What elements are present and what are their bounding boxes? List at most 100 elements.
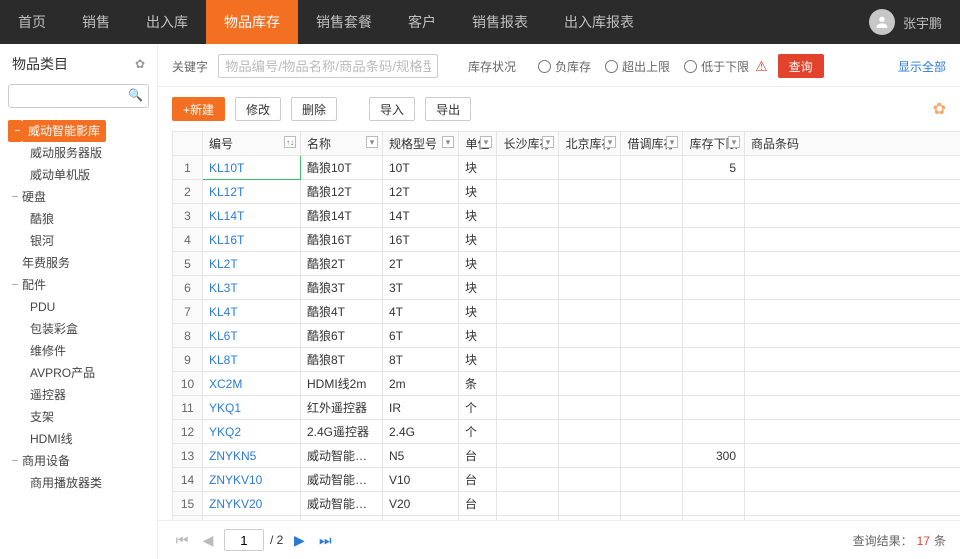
edit-button[interactable]: 修改 — [235, 97, 281, 121]
stock-radio-input[interactable] — [684, 60, 697, 73]
nav-item-2[interactable]: 出入库 — [128, 0, 206, 44]
cell-code[interactable]: KL8T — [203, 348, 301, 372]
filter-icon[interactable]: ▾ — [480, 136, 492, 148]
nav-item-3[interactable]: 物品库存 — [206, 0, 298, 44]
tree-child[interactable]: AVPRO产品 — [8, 362, 157, 384]
tree-child[interactable]: 维修件 — [8, 340, 157, 362]
tree-node[interactable]: 年费服务 — [8, 252, 157, 274]
nav-item-1[interactable]: 销售 — [64, 0, 128, 44]
tree-node[interactable]: −威动智能影库 — [8, 120, 157, 142]
nav-item-7[interactable]: 出入库报表 — [546, 0, 652, 44]
col-header[interactable]: 北京库存▾ — [559, 132, 621, 156]
table-row[interactable]: 12YKQ22.4G遥控器2.4G个 — [173, 420, 960, 444]
table-row[interactable]: 3KL14T酷狼14T14T块 — [173, 204, 960, 228]
stock-radio-2[interactable]: 低于下限 — [684, 58, 749, 75]
user-avatar[interactable] — [869, 9, 895, 35]
tree-toggle-icon[interactable]: − — [8, 274, 22, 296]
col-header[interactable]: 借调库存▾ — [621, 132, 683, 156]
first-page-button[interactable]: ⏮ — [172, 530, 192, 550]
table-row[interactable]: 9KL8T酷狼8T8T块 — [173, 348, 960, 372]
table-row[interactable]: 15ZNYKV20威动智能影库V20V20台 — [173, 492, 960, 516]
stock-radio-input[interactable] — [538, 60, 551, 73]
export-button[interactable]: 导出 — [425, 97, 471, 121]
page-input[interactable] — [224, 529, 264, 551]
nav-item-5[interactable]: 客户 — [390, 0, 454, 44]
cell-code[interactable]: KL4T — [203, 300, 301, 324]
filter-icon[interactable]: ▾ — [542, 136, 554, 148]
tree-toggle-icon[interactable]: − — [8, 186, 22, 208]
tree-child[interactable]: 威动服务器版 — [8, 142, 157, 164]
table-row[interactable]: 8KL6T酷狼6T6T块 — [173, 324, 960, 348]
col-header[interactable]: 编号↑↓ — [203, 132, 301, 156]
delete-button[interactable]: 删除 — [291, 97, 337, 121]
nav-item-4[interactable]: 销售套餐 — [298, 0, 390, 44]
table-row[interactable]: 4KL16T酷狼16T16T块 — [173, 228, 960, 252]
cell-code[interactable]: ZNYKV20 — [203, 492, 301, 516]
nav-item-6[interactable]: 销售报表 — [454, 0, 546, 44]
tree-toggle-icon[interactable]: − — [8, 450, 22, 472]
cell-code[interactable]: KL6T — [203, 324, 301, 348]
tree-node[interactable]: −配件 — [8, 274, 157, 296]
tree-node[interactable]: −硬盘 — [8, 186, 157, 208]
stock-radio-1[interactable]: 超出上限 — [605, 58, 670, 75]
col-header[interactable]: 库存下限▾ — [683, 132, 745, 156]
filter-icon[interactable]: ▾ — [604, 136, 616, 148]
table-row[interactable]: 13ZNYKN5威动智能影库N5N5台300 — [173, 444, 960, 468]
sidebar-settings-icon[interactable]: ✿ — [135, 57, 145, 71]
cell-code[interactable]: KL2T — [203, 252, 301, 276]
username-label[interactable]: 张宇鹏 — [903, 13, 942, 32]
table-row[interactable]: 10XC2MHDMI线2m2m条 — [173, 372, 960, 396]
tree-node[interactable]: −商用设备 — [8, 450, 157, 472]
filter-icon[interactable]: ▾ — [366, 136, 378, 148]
col-header[interactable]: 名称▾ — [301, 132, 383, 156]
table-row[interactable]: 11YKQ1红外遥控器IR个 — [173, 396, 960, 420]
table-row[interactable]: 7KL4T酷狼4T4T块 — [173, 300, 960, 324]
tree-child[interactable]: 支架 — [8, 406, 157, 428]
tree-child[interactable]: 威动单机版 — [8, 164, 157, 186]
table-row[interactable]: 1KL10T酷狼10T10T块5 — [173, 156, 960, 180]
cell-code[interactable]: YKQ1 — [203, 396, 301, 420]
cell-code[interactable]: YKQ2 — [203, 420, 301, 444]
col-header[interactable]: 规格型号▾ — [383, 132, 459, 156]
table-row[interactable]: 14ZNYKV10威动智能影库V10V10台 — [173, 468, 960, 492]
sidebar-search-input[interactable] — [8, 84, 149, 108]
filter-icon[interactable]: ▾ — [728, 136, 740, 148]
tree-toggle-icon[interactable]: − — [8, 120, 22, 142]
tree-child[interactable]: 酷狼 — [8, 208, 157, 230]
cell-code[interactable]: KL14T — [203, 204, 301, 228]
table-row[interactable]: 2KL12T酷狼12T12T块 — [173, 180, 960, 204]
cell-code[interactable]: ZNYKV10 — [203, 468, 301, 492]
col-header[interactable]: 单位▾ — [459, 132, 497, 156]
tree-child[interactable]: 遥控器 — [8, 384, 157, 406]
tree-child[interactable]: HDMI线 — [8, 428, 157, 450]
stock-radio-input[interactable] — [605, 60, 618, 73]
col-header[interactable]: 长沙库存▾ — [497, 132, 559, 156]
cell-code[interactable]: KL12T — [203, 180, 301, 204]
table-row[interactable]: 6KL3T酷狼3T3T块 — [173, 276, 960, 300]
show-all-link[interactable]: 显示全部 — [898, 58, 946, 75]
new-button[interactable]: +新建 — [172, 97, 225, 121]
keyword-input[interactable] — [218, 54, 438, 78]
table-settings-icon[interactable]: ✿ — [933, 99, 946, 119]
query-button[interactable]: 查询 — [778, 54, 824, 78]
last-page-button[interactable]: ⏭ — [315, 530, 335, 550]
nav-item-0[interactable]: 首页 — [0, 0, 64, 44]
filter-icon[interactable]: ▾ — [442, 136, 454, 148]
col-header[interactable]: 商品条码▾ — [745, 132, 960, 156]
cell-code[interactable]: ZNYKN5 — [203, 444, 301, 468]
cell-code[interactable]: KL3T — [203, 276, 301, 300]
tree-child[interactable]: 包装彩盒 — [8, 318, 157, 340]
table-row[interactable]: 5KL2T酷狼2T2T块 — [173, 252, 960, 276]
import-button[interactable]: 导入 — [369, 97, 415, 121]
next-page-button[interactable]: ▶ — [289, 530, 309, 550]
tree-child[interactable]: 商用播放器类 — [8, 472, 157, 494]
cell-code[interactable]: KL10T — [203, 156, 301, 180]
stock-radio-0[interactable]: 负库存 — [538, 58, 591, 75]
prev-page-button[interactable]: ◀ — [198, 530, 218, 550]
sort-icon[interactable]: ↑↓ — [284, 136, 296, 148]
tree-child[interactable]: PDU — [8, 296, 157, 318]
cell-code[interactable]: KL16T — [203, 228, 301, 252]
tree-child[interactable]: 银河 — [8, 230, 157, 252]
cell-code[interactable]: XC2M — [203, 372, 301, 396]
filter-icon[interactable]: ▾ — [666, 136, 678, 148]
